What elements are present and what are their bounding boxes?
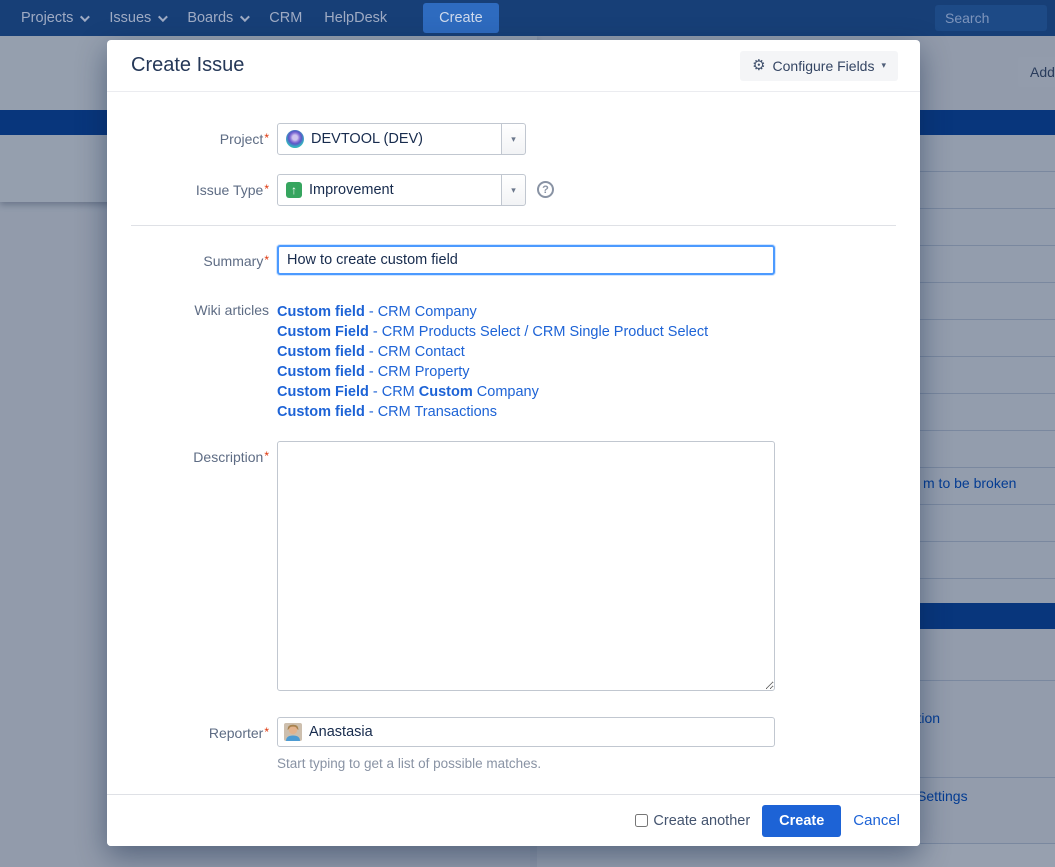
improvement-icon: ↑ [286,182,302,198]
description-textarea[interactable] [277,441,775,691]
reporter-help-text: Start typing to get a list of possible m… [277,756,775,771]
issue-type-value-text: Improvement [309,182,394,198]
description-field-row: Description [131,441,896,691]
issue-type-field-row: Issue Type ↑ Improvement ▾ ? [131,174,896,206]
issue-type-label: Issue Type [131,174,269,198]
create-issue-dialog: Create Issue ⚙ Configure Fields ▾ Projec… [107,40,920,846]
wiki-link-rest: - CRM Products Select / CRM Single Produ… [369,324,708,340]
help-icon[interactable]: ? [537,181,554,198]
dialog-body: Project DEVTOOL (DEV) ▾ Issue Type ↑ Imp… [107,92,920,794]
dialog-title: Create Issue [131,54,244,77]
cancel-link[interactable]: Cancel [853,812,900,829]
project-value-text: DEVTOOL (DEV) [311,131,423,147]
project-dropdown-button[interactable]: ▾ [501,123,526,155]
chevron-down-icon [80,12,90,22]
description-label: Description [131,441,269,465]
wiki-link-bold: Custom [419,384,473,400]
nav-item-helpdesk[interactable]: HelpDesk [324,10,387,26]
summary-field-row: Summary [131,245,896,275]
wiki-link-rest: - CRM Transactions [365,404,497,420]
reporter-avatar [284,723,302,741]
project-label: Project [131,123,269,147]
nav-item-boards[interactable]: Boards [187,10,247,26]
wiki-link-bold: Custom Field [277,384,369,400]
project-avatar-icon [286,130,304,148]
nav-item-label: CRM [269,10,302,26]
nav-item-label: Projects [21,10,73,26]
chevron-down-icon [240,12,250,22]
wiki-articles-row: Wiki articles Custom field - CRM Company… [131,296,896,422]
wiki-article-link[interactable]: Custom field - CRM Property [277,362,708,382]
project-select-value[interactable]: DEVTOOL (DEV) [277,123,502,155]
reporter-label: Reporter [131,717,269,741]
nav-item-projects[interactable]: Projects [21,10,87,26]
wiki-link-bold: Custom field [277,304,365,320]
search-input[interactable] [935,5,1047,31]
create-another-label: Create another [653,813,750,829]
wiki-article-link[interactable]: Custom field - CRM Transactions [277,402,708,422]
issue-type-dropdown-button[interactable]: ▾ [501,174,526,206]
configure-fields-button[interactable]: ⚙ Configure Fields ▾ [740,51,898,81]
top-navigation-bar: Projects Issues Boards CRM HelpDesk Crea… [0,0,1055,36]
project-field-row: Project DEVTOOL (DEV) ▾ [131,123,896,155]
nav-item-label: Issues [109,10,151,26]
reporter-field-row: Reporter Start typing to get a list of p… [131,717,896,771]
project-select[interactable]: DEVTOOL (DEV) ▾ [277,123,526,155]
nav-item-issues[interactable]: Issues [109,10,165,26]
wiki-articles-list: Custom field - CRM Company Custom Field … [277,296,708,422]
wiki-article-link[interactable]: Custom field - CRM Contact [277,342,708,362]
chevron-down-icon: ▾ [881,60,886,71]
wiki-link-bold: Custom field [277,364,365,380]
wiki-article-link[interactable]: Custom field - CRM Company [277,302,708,322]
nav-create-button[interactable]: Create [423,3,499,33]
wiki-link-rest: - CRM Contact [365,344,465,360]
reporter-input[interactable] [309,724,768,740]
nav-item-crm[interactable]: CRM [269,10,302,26]
dialog-footer: Create another Create Cancel [107,794,920,846]
wiki-link-bold: Custom field [277,404,365,420]
summary-label: Summary [131,245,269,269]
gear-icon: ⚙ [752,58,765,73]
create-button[interactable]: Create [762,805,841,837]
reporter-picker[interactable] [277,717,775,747]
wiki-link-rest: - CRM Company [365,304,477,320]
wiki-link-bold: Custom Field [277,324,369,340]
chevron-down-icon [158,12,168,22]
wiki-article-link[interactable]: Custom Field - CRM Products Select / CRM… [277,322,708,342]
create-another-checkbox[interactable] [635,814,648,827]
issue-type-select[interactable]: ↑ Improvement ▾ [277,174,526,206]
summary-input[interactable] [277,245,775,275]
wiki-link-rest: - CRM [369,384,419,400]
wiki-link-rest: - CRM Property [365,364,470,380]
wiki-articles-label: Wiki articles [131,296,269,318]
configure-fields-label: Configure Fields [773,58,875,74]
nav-item-label: HelpDesk [324,10,387,26]
nav-item-label: Boards [187,10,233,26]
wiki-link-rest: Company [473,384,539,400]
wiki-link-bold: Custom field [277,344,365,360]
issue-type-select-value[interactable]: ↑ Improvement [277,174,502,206]
form-divider [131,225,896,226]
dialog-header: Create Issue ⚙ Configure Fields ▾ [107,40,920,92]
wiki-article-link[interactable]: Custom Field - CRM Custom Company [277,382,708,402]
create-another-option[interactable]: Create another [635,813,750,829]
